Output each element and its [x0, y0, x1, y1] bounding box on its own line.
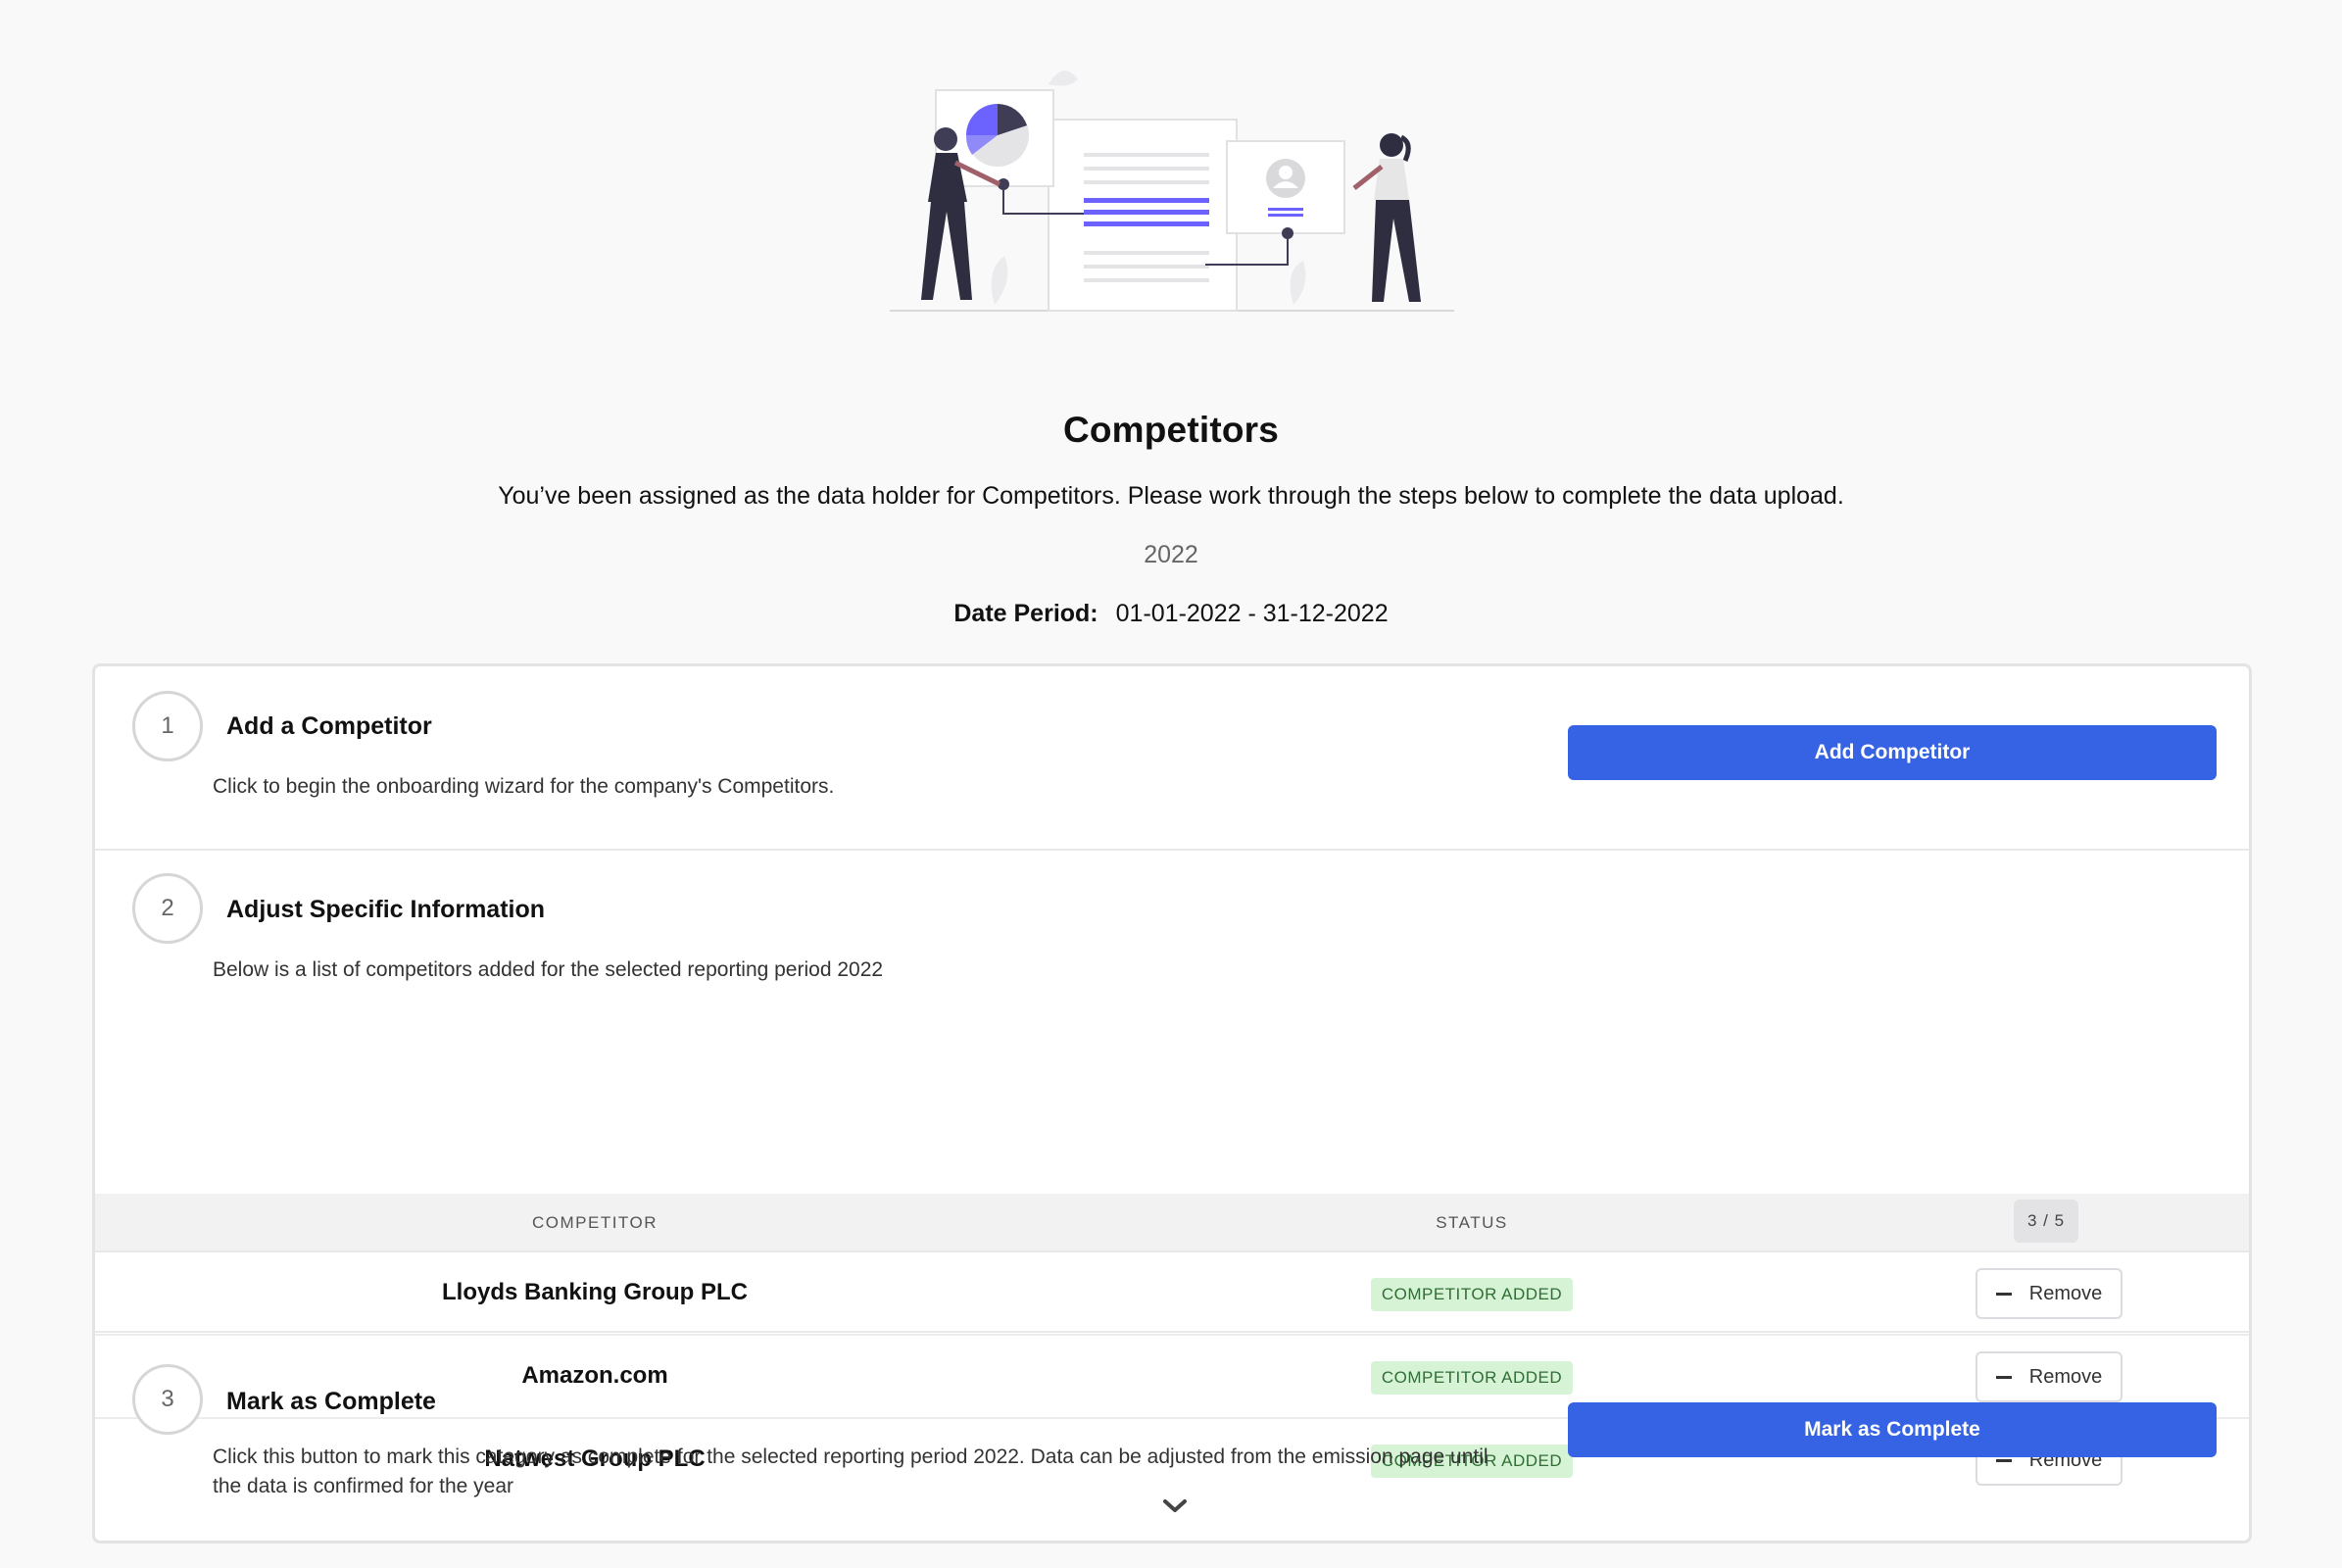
- step-number: 3: [132, 1364, 203, 1435]
- remove-label: Remove: [2028, 1282, 2103, 1304]
- page-subtitle: You’ve been assigned as the data holder …: [498, 482, 1844, 510]
- step-title: Mark as Complete: [226, 1388, 436, 1415]
- add-competitor-button[interactable]: Add Competitor: [1568, 725, 2217, 780]
- step-adjust-information: 2 Adjust Specific Information Below is a…: [95, 851, 2249, 1512]
- steps-card: 1 Add a Competitor Click to begin the on…: [92, 663, 2252, 1544]
- hero-illustration: [890, 71, 1454, 312]
- column-header-status: STATUS: [1436, 1213, 1508, 1232]
- status-badge: COMPETITOR ADDED: [1371, 1278, 1573, 1311]
- step-add-competitor: 1 Add a Competitor Click to begin the on…: [95, 666, 2249, 851]
- minus-icon: [1995, 1292, 2012, 1296]
- competitor-count-badge: 3 / 5: [2014, 1200, 2078, 1243]
- step-description: Click to begin the onboarding wizard for…: [213, 775, 835, 798]
- column-header-competitor: COMPETITOR: [531, 1213, 659, 1232]
- step-mark-complete: 3 Mark as Complete Click this button to …: [95, 1333, 2249, 1541]
- step-title: Add a Competitor: [226, 712, 432, 740]
- step-title: Adjust Specific Information: [226, 896, 546, 923]
- step-number: 1: [132, 691, 203, 761]
- date-period: Date Period: 01-01-2022 - 31-12-2022: [0, 600, 2342, 628]
- mark-complete-button[interactable]: Mark as Complete: [1568, 1402, 2217, 1457]
- date-period-label: Date Period:: [953, 600, 1098, 627]
- step-description: Click this button to mark this category …: [213, 1446, 1488, 1497]
- competitor-name: Lloyds Banking Group PLC: [441, 1279, 748, 1305]
- table-row: Lloyds Banking Group PLC COMPETITOR ADDE…: [95, 1252, 2249, 1336]
- remove-button[interactable]: Remove: [1976, 1268, 2122, 1319]
- step-description: Below is a list of competitors added for…: [213, 958, 884, 981]
- page-title: Competitors: [1062, 410, 1280, 450]
- table-header: COMPETITOR STATUS 3 / 5: [95, 1194, 2249, 1252]
- step-number: 2: [132, 873, 203, 944]
- date-period-value: 01-01-2022 - 31-12-2022: [1115, 600, 1389, 627]
- reporting-year: 2022: [1144, 541, 1198, 568]
